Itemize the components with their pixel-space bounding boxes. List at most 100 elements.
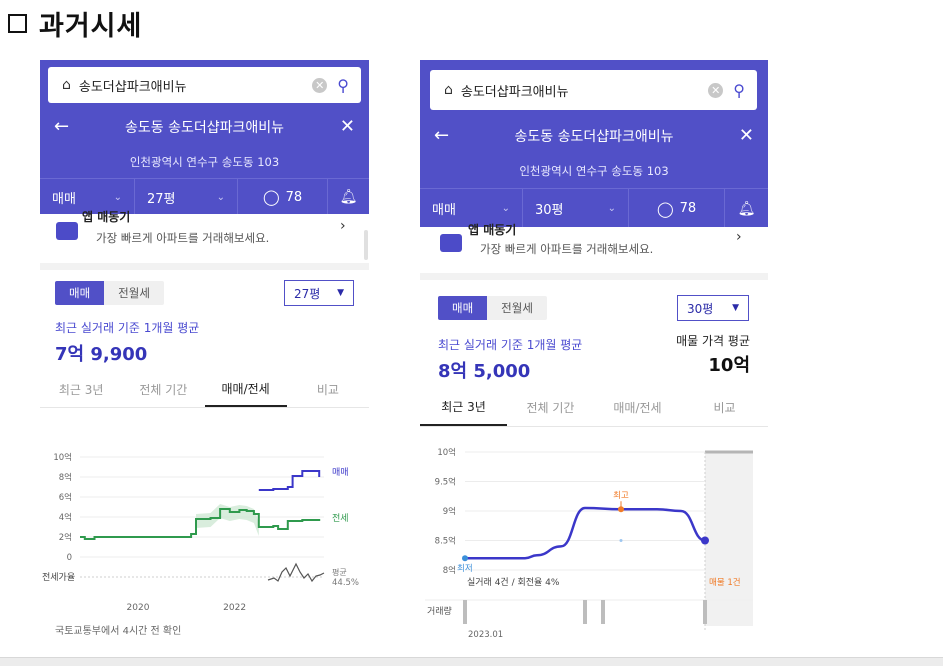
search-icon[interactable]: ⚲: [337, 76, 349, 95]
search-bar[interactable]: ⌂ 송도더샵파크애비뉴 ✕ ⚲: [430, 70, 757, 110]
avg-price-label: 최근 실거래 기준 1개월 평균: [438, 338, 583, 352]
comments-button[interactable]: ◯ 78: [238, 179, 328, 215]
low-label: 최저: [457, 563, 473, 574]
volume-bar: [583, 600, 587, 624]
complex-title: 송도동 송도더샵파크애비뉴: [514, 128, 674, 145]
comment-icon: ◯: [656, 199, 674, 218]
home-icon: ⌂: [62, 77, 71, 93]
address: 인천광역시 연수구 송도동 103: [129, 155, 280, 169]
title-row: ← 송도동 송도더샵파크애비뉴 ✕: [420, 125, 768, 146]
listing-count: 매물 1건: [709, 577, 741, 588]
size-select-value: 30평: [687, 301, 714, 316]
volume-bar: [703, 600, 707, 624]
high-label: 최고: [613, 490, 629, 501]
y-tick-label: 10억: [437, 447, 456, 458]
comment-count: 78: [679, 201, 697, 216]
header: ⌂ 송도더샵파크애비뉴 ✕ ⚲ ← 송도동 송도더샵파크애비뉴 ✕ 인천광역시 …: [420, 60, 768, 228]
comments-button[interactable]: ◯ 78: [629, 189, 725, 228]
alarm-button[interactable]: 🔔︎: [328, 179, 369, 215]
search-bar[interactable]: ⌂ 송도더샵파크애비뉴 ✕ ⚲: [48, 67, 361, 103]
search-icon[interactable]: ⚲: [733, 81, 745, 100]
clear-icon[interactable]: ✕: [312, 77, 328, 93]
size-select-value: 27평: [294, 286, 321, 301]
listing-price-label: 매물 가격 평균: [676, 334, 750, 348]
ratio-value: 44.5%: [332, 578, 359, 588]
ratio-label: 평균: [332, 567, 347, 577]
tab-compare[interactable]: 비교: [681, 388, 768, 426]
size-filter[interactable]: 27평 ⌄: [135, 179, 238, 215]
tab-trade-jeonse[interactable]: 매매/전세: [204, 371, 287, 407]
size-label: 27평: [147, 191, 176, 207]
search-input[interactable]: 송도더샵파크애비뉴: [461, 81, 708, 100]
page-title: 과거시세: [39, 11, 143, 42]
x-tick-label: 2020: [127, 603, 150, 613]
complex-title: 송도동 송도더샵파크애비뉴: [124, 119, 284, 136]
clear-icon[interactable]: ✕: [708, 82, 724, 98]
tab-all-period[interactable]: 전체 기간: [122, 371, 204, 407]
app-icon: [440, 234, 462, 252]
y-tick-label: 2억: [59, 532, 72, 543]
app-icon: [56, 222, 78, 240]
period-tabs: 최근 3년 전체 기간 매매/전세 비교: [420, 388, 768, 427]
volume-label: 거래량: [427, 605, 452, 617]
chevron-right-icon: ›: [736, 229, 742, 245]
comment-count: 78: [285, 189, 303, 205]
legend-jeonse: 전세: [332, 513, 349, 524]
y-tick-label: 9.5억: [435, 477, 456, 488]
right-phone: ⌂ 송도더샵파크애비뉴 ✕ ⚲ ← 송도동 송도더샵파크애비뉴 ✕ 인천광역시 …: [420, 60, 768, 650]
search-input[interactable]: 송도더샵파크애비뉴: [79, 76, 312, 95]
size-select[interactable]: 27평 ▼: [284, 280, 354, 306]
address: 인천광역시 연수구 송도동 103: [519, 164, 669, 178]
trade-line: [258, 470, 321, 491]
section-divider: [420, 273, 768, 280]
high-point: [618, 506, 624, 513]
seg-trade-button[interactable]: 매매: [438, 296, 488, 320]
comment-icon: ◯: [262, 188, 280, 206]
back-arrow-icon[interactable]: ←: [434, 125, 464, 146]
tab-trade-jeonse[interactable]: 매매/전세: [594, 388, 681, 426]
tab-recent-3y[interactable]: 최근 3년: [420, 388, 507, 426]
alarm-button[interactable]: 🔔︎: [725, 189, 768, 228]
x-tick-label: 2022: [223, 603, 246, 613]
ratio-row-label: 전세가율: [42, 572, 75, 583]
tab-all-period[interactable]: 전체 기간: [507, 388, 594, 426]
page-heading: 과거시세: [8, 4, 142, 43]
trade-dot: [619, 539, 623, 542]
volume-bar: [463, 600, 467, 624]
trade-summary: 실거래 4건 / 회전율 4%: [467, 577, 560, 588]
y-tick-label: 9억: [443, 506, 456, 517]
scrollbar[interactable]: [364, 230, 368, 260]
seg-trade-button[interactable]: 매매: [55, 281, 105, 305]
app-banner[interactable]: 앱 매동기 가장 빠르게 아파트를 거래해보세요. ›: [40, 210, 369, 266]
chevron-right-icon: ›: [340, 218, 346, 234]
chevron-down-icon: ⌄: [501, 203, 510, 214]
last-point: [701, 536, 709, 545]
avg-price-label: 최근 실거래 기준 1개월 평균: [55, 321, 200, 335]
bell-icon: 🔔︎: [737, 200, 756, 217]
legend-trade: 매매: [332, 467, 349, 478]
size-filter[interactable]: 30평 ⌄: [523, 189, 629, 228]
trade-jeonse-chart: 10억 8억 6억 4억 2억 0 매매전세전세가율 평균44.5% 2020 2022: [42, 452, 359, 613]
price-line: [464, 506, 706, 560]
tab-recent-3y[interactable]: 최근 3년: [40, 371, 122, 407]
checkbox-icon: [8, 14, 27, 33]
tab-compare[interactable]: 비교: [287, 371, 369, 407]
app-banner[interactable]: 앱 매동기 가장 빠르게 아파트를 거래해보세요. ›: [420, 223, 768, 273]
size-select[interactable]: 30평 ▼: [677, 295, 749, 321]
caret-down-icon: ▼: [337, 288, 344, 298]
seg-rent-button[interactable]: 전월세: [487, 296, 547, 320]
y-tick-label: 8억: [59, 472, 72, 483]
close-icon[interactable]: ✕: [325, 116, 355, 137]
back-arrow-icon[interactable]: ←: [54, 116, 84, 137]
seg-rent-button[interactable]: 전월세: [104, 281, 164, 305]
recent-price-chart: 10억 9.5억 9억 8.5억 8억 최고최저실거래 4건 / 회전율 4% 매물 1건거…: [425, 447, 753, 640]
banner-title: 앱 매동기: [468, 223, 517, 237]
y-tick-label: 6억: [59, 492, 72, 503]
banner-title: 앱 매동기: [82, 210, 131, 224]
home-icon: ⌂: [444, 82, 453, 98]
chevron-down-icon: ⌄: [607, 203, 616, 214]
banner-text: 가장 빠르게 아파트를 거래해보세요.: [480, 242, 654, 256]
close-icon[interactable]: ✕: [724, 125, 754, 146]
banner-text: 가장 빠르게 아파트를 거래해보세요.: [96, 231, 270, 245]
y-tick-label: 8억: [443, 565, 456, 576]
